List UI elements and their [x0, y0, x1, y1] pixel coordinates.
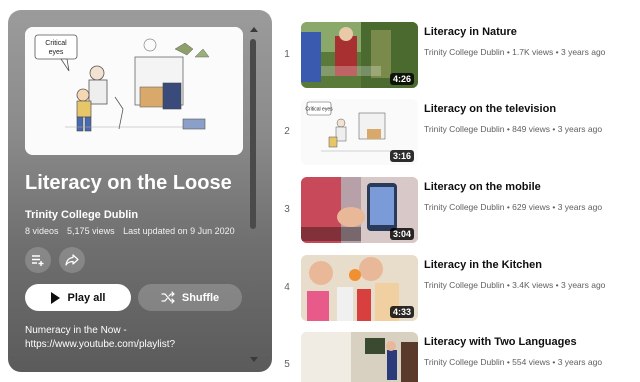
view-count: 5,175 views	[67, 226, 115, 236]
thumbnail-image	[301, 332, 418, 382]
video-metadata: Trinity College Dublin • 629 views • 3 y…	[424, 202, 603, 212]
channel-name[interactable]: Trinity College Dublin	[424, 124, 504, 134]
playlist-owner-link[interactable]: Trinity College Dublin	[25, 209, 138, 221]
video-row[interactable]: 4 4:33 Literacy in the Kitchen Trinity C…	[280, 255, 640, 321]
scrollbar-thumb[interactable]	[250, 39, 256, 229]
last-updated: Last updated on 9 Jun 2020	[123, 226, 235, 236]
video-duration: 4:33	[389, 306, 414, 318]
video-thumbnail[interactable]: Critical eyes 3:16	[301, 99, 418, 165]
video-row[interactable]: 1 4:26 Literacy in Nature Trinity Colleg…	[280, 22, 640, 88]
video-metadata: Trinity College Dublin • 554 views • 3 y…	[424, 357, 603, 367]
save-playlist-button[interactable]	[25, 247, 51, 273]
playlist-description[interactable]: Numeracy in the Now - https://www.youtub…	[25, 324, 235, 352]
video-title[interactable]: Literacy in the Kitchen	[424, 259, 542, 271]
video-duration: 4:26	[389, 73, 414, 85]
channel-name[interactable]: Trinity College Dublin	[424, 202, 504, 212]
video-row[interactable]: 2 Critical eyes 3:16 Literacy on the tel…	[280, 99, 640, 165]
play-all-button[interactable]: Play all	[25, 284, 131, 311]
video-title[interactable]: Literacy with Two Languages	[424, 336, 577, 348]
view-count: 849 views	[512, 124, 550, 134]
channel-name[interactable]: Trinity College Dublin	[424, 280, 504, 290]
video-index: 4	[284, 282, 290, 293]
cover-illustration: Critical eyes	[25, 27, 243, 155]
view-count: 554 views	[512, 357, 550, 367]
video-metadata: Trinity College Dublin • 1.7K views • 3 …	[424, 47, 606, 57]
video-thumbnail[interactable]: 4:33	[301, 255, 418, 321]
view-count: 3.4K views	[512, 280, 554, 290]
video-thumbnail[interactable]: 4:26	[301, 22, 418, 88]
description-line: https://www.youtube.com/playlist?	[25, 339, 176, 350]
upload-age: 3 years ago	[557, 357, 603, 367]
video-thumbnail[interactable]	[301, 332, 418, 382]
cover-caption-line1: Critical	[45, 40, 67, 47]
channel-name[interactable]: Trinity College Dublin	[424, 47, 504, 57]
upload-age: 3 years ago	[560, 280, 606, 290]
video-row[interactable]: 3 3:04 Literacy on the mobile Trinity Co…	[280, 177, 640, 243]
playlist-cover-image[interactable]: Critical eyes	[25, 27, 243, 155]
playlist-header-panel: Critical eyes Literacy on the Loose Trin	[8, 10, 272, 372]
video-index: 2	[284, 126, 290, 137]
view-count: 1.7K views	[512, 47, 554, 57]
play-icon	[50, 291, 60, 304]
channel-name[interactable]: Trinity College Dublin	[424, 357, 504, 367]
scroll-down-icon[interactable]	[250, 357, 258, 362]
share-icon	[65, 254, 79, 266]
video-metadata: Trinity College Dublin • 849 views • 3 y…	[424, 124, 603, 134]
video-title[interactable]: Literacy in Nature	[424, 26, 517, 38]
video-duration: 3:04	[389, 228, 414, 240]
video-thumbnail[interactable]: 3:04	[301, 177, 418, 243]
shuffle-button[interactable]: Shuffle	[138, 284, 242, 311]
playlist-add-icon	[32, 255, 44, 266]
video-row[interactable]: 5 Literacy with Two Languages Trinity Co…	[280, 332, 640, 382]
video-title[interactable]: Literacy on the television	[424, 103, 556, 115]
upload-age: 3 years ago	[557, 202, 603, 212]
thumb-caption: Critical eyes	[305, 107, 333, 113]
play-all-label: Play all	[67, 291, 106, 304]
video-index: 5	[284, 359, 290, 370]
view-count: 629 views	[512, 202, 550, 212]
video-index: 3	[284, 204, 290, 215]
shuffle-label: Shuffle	[181, 291, 220, 304]
video-metadata: Trinity College Dublin • 3.4K views • 3 …	[424, 280, 606, 290]
upload-age: 3 years ago	[557, 124, 603, 134]
video-index: 1	[284, 49, 290, 60]
scroll-up-icon[interactable]	[250, 27, 258, 32]
video-title[interactable]: Literacy on the mobile	[424, 181, 541, 193]
description-line: Numeracy in the Now -	[25, 325, 127, 336]
shuffle-icon	[161, 291, 175, 304]
upload-age: 3 years ago	[560, 47, 606, 57]
playlist-title: Literacy on the Loose	[25, 172, 232, 194]
share-button[interactable]	[59, 247, 85, 273]
video-duration: 3:16	[389, 150, 414, 162]
playlist-metadata: 8 videos 5,175 views Last updated on 9 J…	[25, 226, 235, 236]
video-count: 8 videos	[25, 226, 59, 236]
cover-caption-line2: eyes	[49, 49, 64, 56]
playlist-scrollbar[interactable]	[249, 27, 258, 362]
